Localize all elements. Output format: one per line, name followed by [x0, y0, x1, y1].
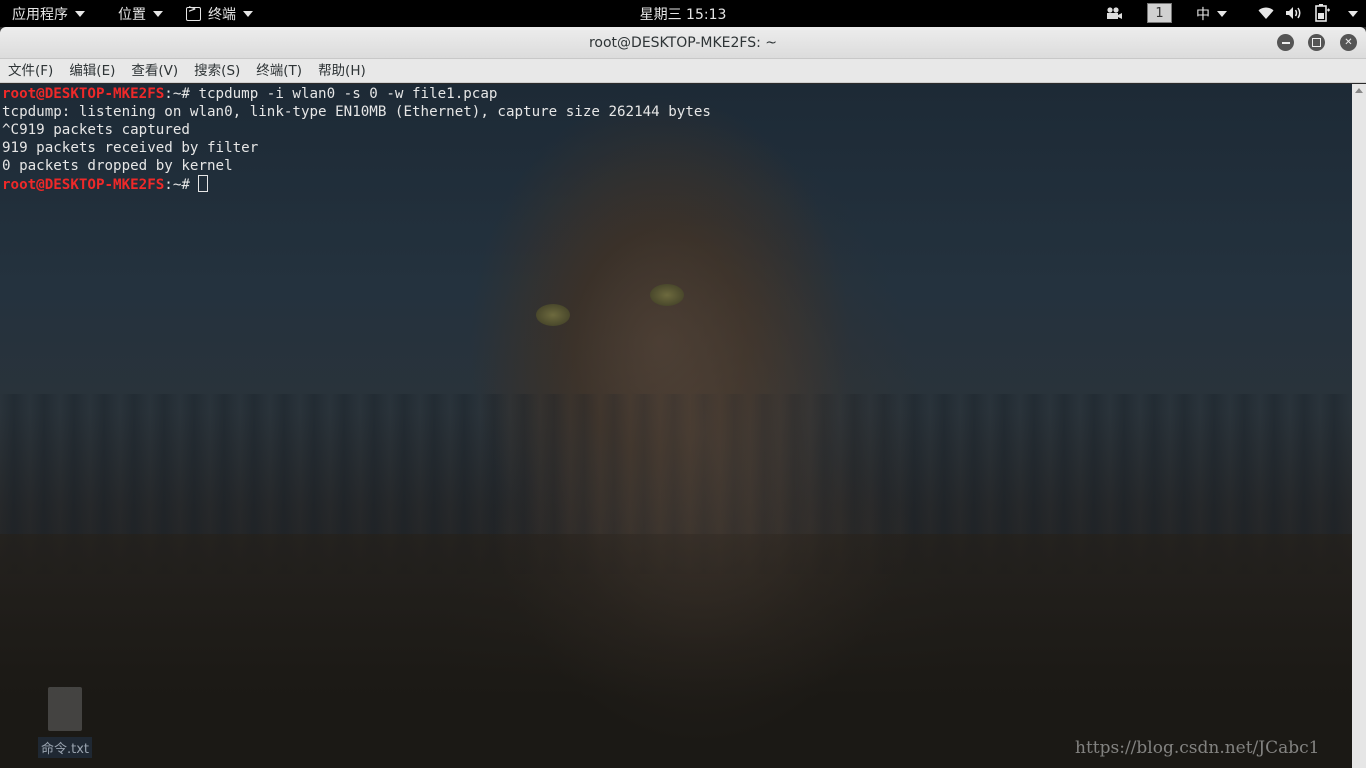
output-line: ^C919 packets captured — [2, 122, 190, 138]
places-menu[interactable]: 位置 — [118, 0, 163, 27]
command-line: root@DESKTOP-MKE2FS:~# tcpdump -i wlan0 … — [2, 85, 711, 103]
command-text: tcpdump -i wlan0 -s 0 -w file1.pcap — [198, 86, 498, 102]
prompt-user: root@DESKTOP-MKE2FS — [2, 86, 165, 102]
text-file-icon — [48, 687, 82, 731]
watermark-text: https://blog.csdn.net/JCabc1 — [1075, 738, 1320, 758]
active-app-label: 终端 — [208, 6, 236, 23]
prompt-user: root@DESKTOP-MKE2FS — [2, 177, 165, 193]
terminal-text: root@DESKTOP-MKE2FS:~# tcpdump -i wlan0 … — [2, 85, 711, 194]
menu-edit[interactable]: 编辑(E) — [61, 59, 123, 83]
wifi-icon[interactable] — [1258, 6, 1274, 20]
scroll-up-icon[interactable] — [1355, 88, 1363, 93]
battery-icon[interactable] — [1314, 4, 1330, 22]
input-method-menu[interactable]: 中 — [1196, 0, 1227, 27]
background-cat — [470, 124, 930, 744]
current-prompt-line[interactable]: root@DESKTOP-MKE2FS:~# — [2, 175, 711, 194]
window-title: root@DESKTOP-MKE2FS: ~ — [588, 34, 778, 51]
text-cursor — [198, 175, 209, 192]
prompt-path: :~# — [164, 86, 199, 102]
cat-eye — [650, 284, 684, 306]
output-line: tcpdump: listening on wlan0, link-type E… — [2, 104, 711, 120]
menu-search[interactable]: 搜索(S) — [186, 59, 248, 83]
terminal-scrollbar[interactable] — [1352, 84, 1366, 768]
menu-help[interactable]: 帮助(H) — [310, 59, 374, 83]
active-app-menu[interactable]: 终端 — [186, 0, 253, 27]
chevron-down-icon — [1217, 10, 1227, 17]
minimize-button[interactable] — [1277, 34, 1294, 51]
desktop-file-label: 命令.txt — [38, 737, 93, 758]
places-label: 位置 — [118, 6, 146, 23]
applications-menu[interactable]: 应用程序 — [12, 0, 85, 27]
cat-eye — [536, 304, 570, 326]
chevron-down-icon — [75, 10, 85, 17]
terminal-output-area[interactable]: root@DESKTOP-MKE2FS:~# tcpdump -i wlan0 … — [0, 84, 1352, 768]
output-line: 919 packets received by filter — [2, 140, 259, 156]
applications-label: 应用程序 — [12, 6, 68, 23]
volume-icon[interactable] — [1285, 6, 1303, 20]
terminal-icon — [186, 4, 201, 21]
prompt-path: :~# — [164, 177, 199, 193]
output-line: 0 packets dropped by kernel — [2, 158, 233, 174]
chevron-down-icon — [243, 10, 253, 17]
clock[interactable]: 星期三 15:13 — [640, 4, 727, 24]
top-bar: 应用程序 位置 终端 星期三 15:13 1 中 — [0, 0, 1366, 27]
close-button[interactable] — [1340, 34, 1357, 51]
menu-terminal[interactable]: 终端(T) — [248, 59, 310, 83]
input-method-label: 中 — [1196, 6, 1210, 23]
system-menu-chevron-icon[interactable] — [1348, 11, 1358, 17]
chevron-down-icon — [153, 10, 163, 17]
menu-file[interactable]: 文件(F) — [0, 59, 61, 83]
menu-bar: 文件(F) 编辑(E) 查看(V) 搜索(S) 终端(T) 帮助(H) — [0, 59, 1366, 83]
window-titlebar[interactable]: root@DESKTOP-MKE2FS: ~ — [0, 27, 1366, 59]
menu-view[interactable]: 查看(V) — [123, 59, 186, 83]
maximize-button[interactable] — [1308, 34, 1325, 51]
terminal-window: root@DESKTOP-MKE2FS: ~ 文件(F) 编辑(E) 查看(V)… — [0, 27, 1366, 768]
workspace-indicator[interactable]: 1 — [1147, 3, 1172, 23]
screencast-icon[interactable] — [1106, 7, 1122, 20]
desktop-file-item[interactable]: 命令.txt — [36, 687, 98, 759]
